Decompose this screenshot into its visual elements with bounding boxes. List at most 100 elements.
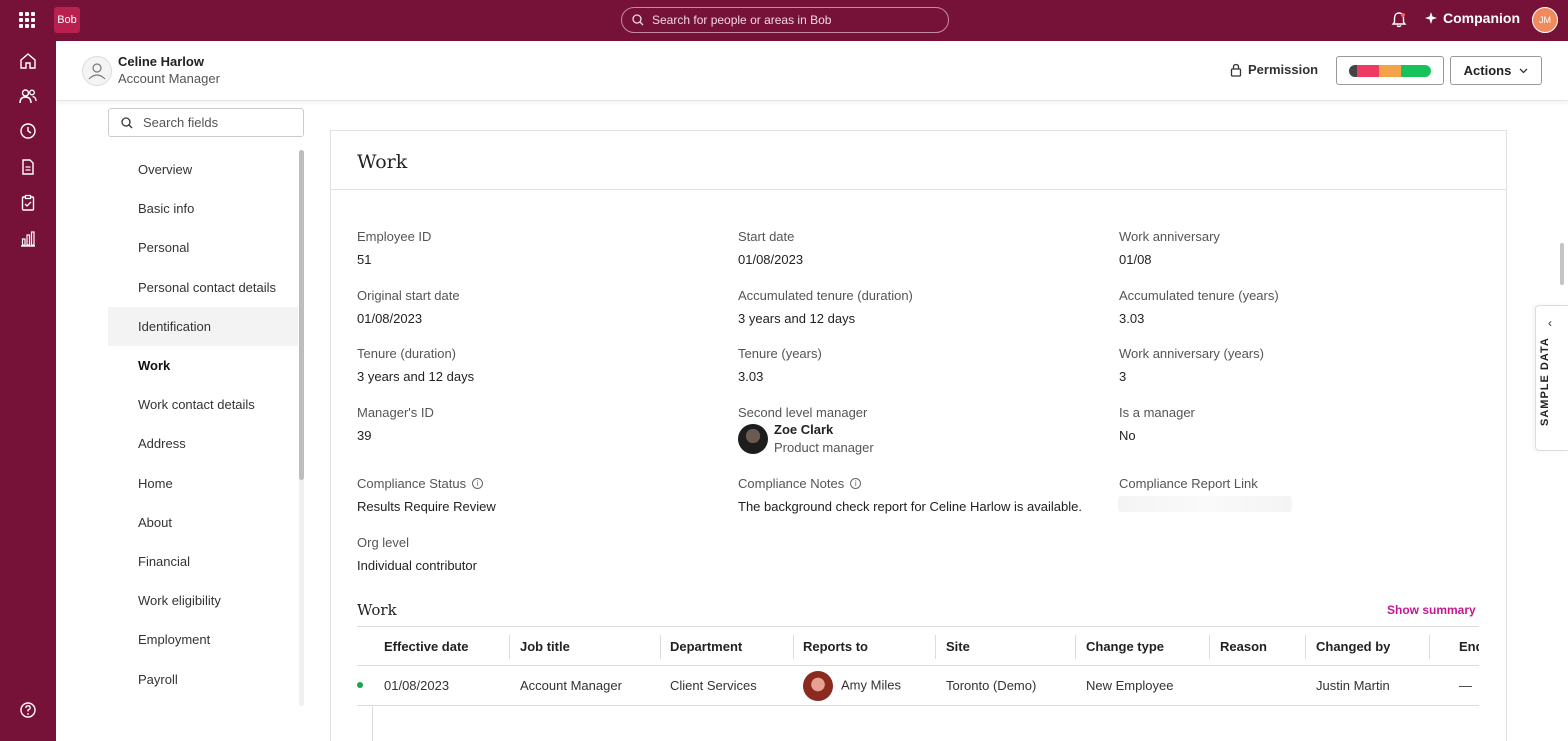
bob-logo[interactable]: Bob (54, 7, 80, 33)
broken-image-icon (88, 63, 106, 80)
sidebar-item-personal-contact-details[interactable]: Personal contact details (108, 268, 298, 307)
field-compliance-report-link: Compliance Report Link (1119, 476, 1258, 491)
permission-button[interactable]: Permission (1230, 62, 1318, 77)
column-header[interactable]: End eff (1459, 639, 1479, 654)
manager-chip[interactable]: Zoe Clark Product manager (738, 422, 874, 455)
field-tenure-years: Tenure (years) 3.03 (738, 346, 822, 384)
info-icon[interactable]: i (850, 478, 862, 489)
sample-data-tab[interactable]: ‹ SAMPLE DATA (1535, 305, 1568, 451)
field-label: Work anniversary (1119, 229, 1220, 244)
column-header[interactable]: Reports to (803, 639, 868, 654)
column-separator[interactable] (1429, 635, 1430, 659)
people-icon[interactable] (19, 87, 37, 105)
chevron-left-icon: ‹ (1548, 316, 1552, 330)
clock-icon[interactable] (19, 122, 37, 140)
table-cell-reports-to[interactable]: Amy Miles (803, 670, 901, 701)
status-segment (1349, 64, 1357, 77)
section-nav-scroll-thumb[interactable] (299, 150, 304, 480)
clipboard-icon[interactable] (19, 194, 37, 212)
sidebar-item-basic-info[interactable]: Basic info (108, 189, 298, 228)
field-label: Work anniversary (years) (1119, 346, 1264, 361)
column-header[interactable]: Effective date (384, 639, 469, 654)
employee-header: Celine Harlow Account Manager Permission… (56, 41, 1568, 101)
field-label: Start date (738, 229, 795, 244)
table-cell-changed-by: Justin Martin (1316, 678, 1390, 693)
sidebar-item-employment[interactable]: Employment (108, 620, 298, 659)
user-avatar[interactable]: JM (1532, 7, 1558, 33)
manager-name[interactable]: Zoe Clark (774, 422, 874, 437)
status-segment (1379, 64, 1401, 77)
sidebar-item-work[interactable]: Work (108, 346, 298, 385)
field-start-date: Start date 01/08/2023 (738, 229, 803, 267)
column-separator[interactable] (509, 635, 510, 659)
field-value: Individual contributor (357, 558, 477, 573)
document-icon[interactable] (19, 158, 37, 176)
page-scroll-thumb[interactable] (1560, 243, 1564, 285)
sidebar-item-overview[interactable]: Overview (108, 150, 298, 189)
field-label: Accumulated tenure (years) (1119, 288, 1279, 303)
column-separator[interactable] (793, 635, 794, 659)
home-icon[interactable] (19, 52, 37, 70)
field-value: 01/08/2023 (738, 252, 804, 267)
field-compliance-notes: Compliance Notes i The background check r… (738, 476, 1082, 514)
sidebar-item-payroll[interactable]: Payroll (108, 659, 298, 698)
field-search-input[interactable] (143, 115, 293, 130)
info-icon[interactable]: i (472, 478, 484, 489)
column-header[interactable]: Job title (520, 639, 570, 654)
column-separator[interactable] (1075, 635, 1076, 659)
column-separator[interactable] (1209, 635, 1210, 659)
field-second-level-manager: Second level manager Zoe Clark Product m… (738, 405, 874, 455)
sidebar-item-financial[interactable]: Financial (108, 542, 298, 581)
employee-avatar[interactable] (82, 56, 112, 86)
field-label: Is a manager (1119, 405, 1195, 420)
field-tenure-duration: Tenure (duration) 3 years and 12 days (357, 346, 474, 384)
help-icon[interactable] (19, 701, 37, 719)
column-separator[interactable] (1305, 635, 1306, 659)
sidebar-item-address[interactable]: Address (108, 424, 298, 463)
sample-data-label: SAMPLE DATA (1539, 337, 1551, 426)
sidebar-item-identification[interactable]: Identification (108, 306, 298, 346)
field-label: Original start date (357, 288, 460, 303)
field-label: Manager's ID (357, 405, 434, 420)
divider (331, 189, 1506, 190)
table-cell-end-effective: — (1459, 678, 1472, 693)
field-value: 39 (357, 428, 372, 443)
global-search-input[interactable] (652, 13, 932, 27)
status-indicator-button[interactable] (1336, 56, 1444, 85)
field-original-start-date: Original start date 01/08/2023 (357, 288, 460, 326)
sidebar-item-work-contact-details[interactable]: Work contact details (108, 385, 298, 424)
manager-avatar[interactable] (738, 423, 768, 454)
field-search[interactable] (108, 108, 304, 137)
sidebar-item-personal[interactable]: Personal (108, 228, 298, 267)
sidebar-item-about[interactable]: About (108, 503, 298, 542)
column-header[interactable]: Change type (1086, 639, 1164, 654)
work-history-title: Work (357, 601, 397, 619)
analytics-icon[interactable] (19, 230, 37, 248)
notifications-bell-icon[interactable] (1390, 11, 1408, 29)
apps-grid-icon[interactable] (19, 12, 35, 28)
column-header[interactable]: Reason (1220, 639, 1267, 654)
reports-to-avatar[interactable] (803, 670, 833, 701)
column-header[interactable]: Site (946, 639, 970, 654)
field-employee-id: Employee ID 51 (357, 229, 431, 267)
sidebar-item-home[interactable]: Home (108, 464, 298, 503)
section-nav: Overview Basic info Personal Personal conta… (108, 150, 298, 699)
sidebar-item-work-eligibility[interactable]: Work eligibility (108, 581, 298, 620)
field-label-text: Compliance Status (357, 476, 467, 491)
column-header[interactable]: Department (670, 639, 742, 654)
table-row[interactable]: 01/08/2023 Account Manager Client Services… (357, 666, 1479, 706)
column-separator[interactable] (935, 635, 936, 659)
show-summary-link[interactable]: Show summary (1387, 603, 1476, 617)
actions-dropdown-button[interactable]: Actions (1450, 56, 1542, 85)
column-separator[interactable] (660, 635, 661, 659)
field-compliance-status: Compliance Status i Results Require Revie… (357, 476, 496, 514)
global-search[interactable] (621, 7, 949, 33)
reports-to-name[interactable]: Amy Miles (841, 677, 901, 692)
column-header[interactable]: Changed by (1316, 639, 1390, 654)
companion-label: Companion (1443, 10, 1520, 26)
status-segment (1357, 64, 1379, 77)
field-value: 01/08 (1119, 252, 1152, 267)
companion-button[interactable]: Companion (1425, 10, 1520, 26)
compliance-report-link[interactable] (1118, 496, 1292, 512)
actions-label: Actions (1463, 63, 1512, 78)
